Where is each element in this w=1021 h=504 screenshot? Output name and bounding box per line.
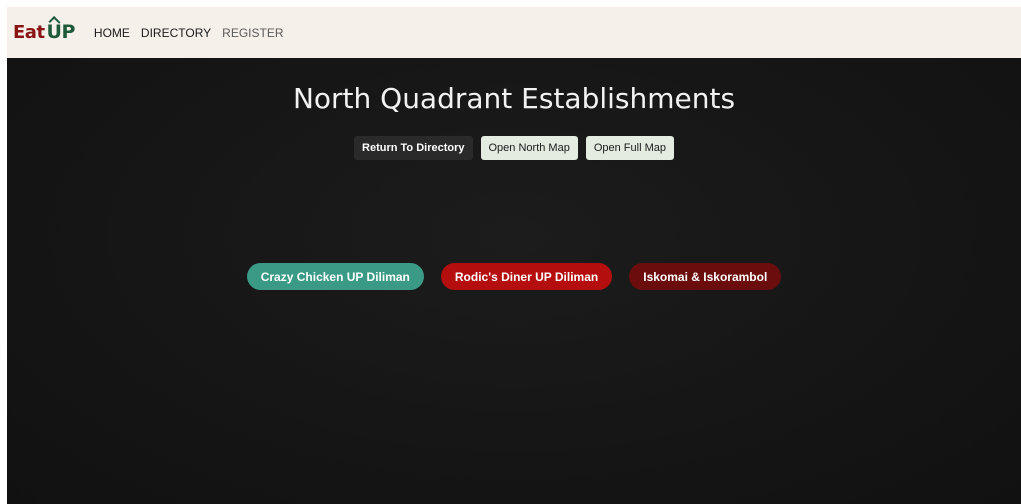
open-north-map-button[interactable]: Open North Map bbox=[480, 136, 578, 160]
page-title: North Quadrant Establishments bbox=[292, 82, 736, 115]
return-to-directory-button[interactable]: Return To Directory bbox=[354, 136, 473, 160]
app-frame: Eat UP HOME DIRECTORY REGISTER North Qua… bbox=[7, 7, 1021, 504]
establishment-rodics-diner[interactable]: Rodic's Diner UP Diliman bbox=[440, 263, 613, 290]
action-buttons: Return To Directory Open North Map Open … bbox=[7, 136, 1021, 160]
nav-link-home[interactable]: HOME bbox=[94, 26, 130, 40]
logo-up-text: UP bbox=[46, 21, 76, 43]
logo-eat-text: Eat bbox=[13, 22, 45, 43]
establishment-iskomai[interactable]: Iskomai & Iskorambol bbox=[629, 263, 782, 290]
navbar: Eat UP HOME DIRECTORY REGISTER bbox=[7, 7, 1021, 58]
establishment-list: Crazy Chicken UP Diliman Rodic's Diner U… bbox=[7, 263, 1021, 290]
open-full-map-button[interactable]: Open Full Map bbox=[585, 136, 674, 160]
nav-link-directory[interactable]: DIRECTORY bbox=[141, 26, 211, 40]
establishment-crazy-chicken[interactable]: Crazy Chicken UP Diliman bbox=[246, 263, 424, 290]
eatup-logo[interactable]: Eat UP bbox=[13, 23, 75, 42]
nav-link-register[interactable]: REGISTER bbox=[222, 26, 283, 40]
main-content: North Quadrant Establishments Return To … bbox=[7, 58, 1021, 504]
